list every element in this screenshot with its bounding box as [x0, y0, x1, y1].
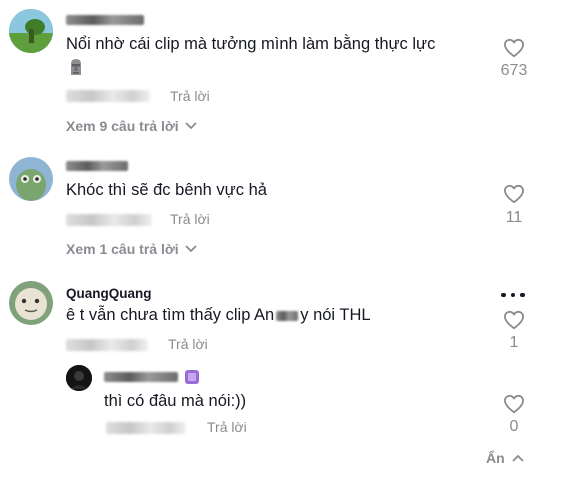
like-heart-icon[interactable] [503, 184, 525, 204]
username-redacted[interactable] [66, 15, 144, 25]
view-replies-label: Xem 9 câu trả lời [66, 118, 179, 134]
timestamp-redacted [106, 422, 186, 434]
like-heart-icon[interactable] [503, 310, 525, 330]
view-replies-label: Xem 1 câu trả lời [66, 241, 179, 257]
like-count: 673 [500, 62, 528, 79]
username-redacted[interactable] [66, 161, 128, 171]
like-heart-icon[interactable] [503, 38, 525, 58]
view-replies-button[interactable]: Xem 1 câu trả lời [66, 241, 197, 257]
reply-button[interactable]: Trả lời [170, 211, 210, 227]
reply-button[interactable]: Trả lời [168, 336, 208, 352]
avatar[interactable] [9, 157, 53, 201]
reply-avatar[interactable] [66, 365, 92, 391]
reply-button[interactable]: Trả lời [207, 419, 247, 435]
moai-emoji-icon [68, 58, 84, 76]
timestamp-redacted [66, 90, 150, 102]
comment-text: ê t vẫn chưa tìm thấy clip An y nói THL [66, 306, 371, 325]
like-count: 1 [509, 334, 519, 351]
comment-text-start: ê t vẫn chưa tìm thấy clip An [66, 306, 275, 324]
hide-replies-button[interactable]: Ẩn [486, 450, 524, 466]
reply-text: thì có đâu mà nói:)) [104, 392, 247, 410]
badge-icon [185, 370, 199, 384]
comment-text-end: y nói THL [300, 306, 371, 324]
like-heart-icon[interactable] [503, 394, 525, 414]
like-count: 0 [509, 418, 519, 435]
reply-button[interactable]: Trả lời [170, 88, 210, 104]
chevron-down-icon [185, 245, 197, 253]
like-count: 11 [505, 209, 523, 226]
username[interactable]: QuangQuang [66, 286, 152, 301]
timestamp-redacted [66, 214, 152, 226]
view-replies-button[interactable]: Xem 9 câu trả lời [66, 118, 197, 134]
comment-text: Nổi nhờ cái clip mà tưởng mình làm bằng … [66, 35, 436, 53]
avatar[interactable] [9, 9, 53, 53]
hide-label: Ẩn [486, 450, 505, 466]
reply-username-redacted[interactable] [104, 372, 178, 382]
more-dots-icon[interactable] [501, 290, 525, 300]
timestamp-redacted [66, 339, 148, 351]
avatar[interactable] [9, 281, 53, 325]
chevron-up-icon [512, 454, 524, 462]
chevron-down-icon [185, 122, 197, 130]
comment-text: Khóc thì sẽ đc bênh vực hả [66, 181, 267, 199]
redacted-name [276, 310, 299, 321]
